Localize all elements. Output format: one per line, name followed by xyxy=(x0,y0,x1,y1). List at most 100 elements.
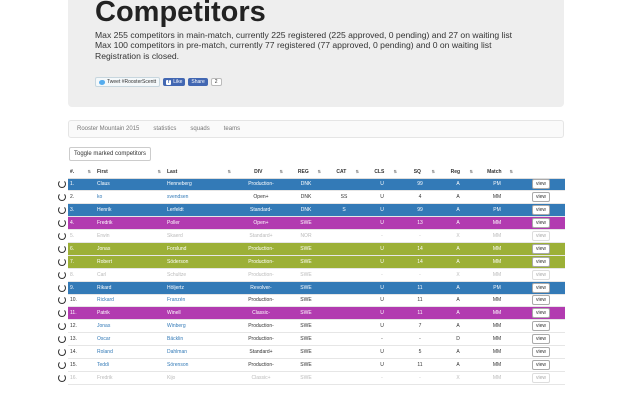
cell-match: MM xyxy=(477,358,517,372)
refresh-icon[interactable] xyxy=(57,193,66,202)
cell-last[interactable]: Henneberg xyxy=(165,178,235,192)
refresh-icon[interactable] xyxy=(57,360,66,369)
cell-div: Classic+ xyxy=(235,371,287,385)
cell-last[interactable]: svendsen xyxy=(165,190,235,205)
view-button[interactable]: view xyxy=(531,256,550,267)
cell-last[interactable]: Skaerd xyxy=(165,229,235,243)
refresh-icon[interactable] xyxy=(57,244,66,253)
cell-last[interactable]: Dahlman xyxy=(165,345,235,359)
cell-reg-status: A xyxy=(439,242,477,256)
view-cell: view xyxy=(517,203,565,218)
refresh-icon[interactable] xyxy=(57,257,66,266)
nav-item-teams[interactable]: teams xyxy=(224,126,240,132)
cell-last[interactable]: Höljertz xyxy=(165,281,235,295)
cell-last[interactable]: Forslund xyxy=(165,242,235,256)
cell-last[interactable]: Winberg xyxy=(165,319,235,334)
cell-last[interactable]: Franzén xyxy=(165,294,235,308)
nav-item-match[interactable]: Rooster Mountain 2015 xyxy=(77,126,139,132)
view-button[interactable]: view xyxy=(531,205,550,216)
view-button[interactable]: view xyxy=(531,347,550,358)
view-button[interactable]: view xyxy=(531,308,550,319)
cell-last[interactable]: Söderson xyxy=(165,255,235,269)
nav-item-statistics[interactable]: statistics xyxy=(153,126,176,132)
cell-last[interactable]: Kijo xyxy=(165,371,235,385)
cell-num: 14. xyxy=(68,345,95,359)
cell-last[interactable]: Sörenson xyxy=(165,358,235,372)
refresh-icon[interactable] xyxy=(57,322,66,331)
view-button[interactable]: view xyxy=(531,359,550,370)
nav-item-squads[interactable]: squads xyxy=(190,126,209,132)
refresh-icon[interactable] xyxy=(57,232,66,240)
cell-first[interactable]: Claus xyxy=(95,178,165,192)
cell-div: Open+ xyxy=(235,216,287,231)
cell-first[interactable]: Rickard xyxy=(95,294,165,308)
refresh-icon[interactable] xyxy=(57,270,66,279)
view-button[interactable]: view xyxy=(531,243,550,254)
refresh-icon[interactable] xyxy=(57,309,66,318)
col-header-first[interactable]: First ⇅ xyxy=(95,166,165,179)
refresh-icon[interactable] xyxy=(57,296,66,305)
cell-first[interactable]: Oscar xyxy=(95,332,165,347)
view-cell: view xyxy=(517,319,565,334)
col-header-cat[interactable]: CAT ⇅ xyxy=(325,166,363,179)
cell-last[interactable]: Poller xyxy=(165,216,235,231)
sort-icon: ⇅ xyxy=(355,168,359,174)
view-button[interactable]: view xyxy=(531,192,550,203)
cell-first[interactable]: ko xyxy=(95,190,165,205)
cell-last[interactable]: Bäcklin xyxy=(165,332,235,347)
col-header-cls[interactable]: CLS ⇅ xyxy=(363,166,401,179)
col-header-reg[interactable]: REG ⇅ xyxy=(287,166,325,179)
col-header-sq[interactable]: SQ ⇅ xyxy=(401,166,439,179)
view-button[interactable]: view xyxy=(531,295,550,306)
cell-first[interactable]: Erwin xyxy=(95,229,165,243)
cell-first[interactable]: Robert xyxy=(95,255,165,269)
cell-div: Revolver- xyxy=(235,281,287,295)
cell-first[interactable]: Rikard xyxy=(95,281,165,295)
col-header-reg-status[interactable]: Reg ⇅ xyxy=(439,166,477,179)
cell-cat xyxy=(325,294,363,308)
cell-reg: SWE xyxy=(287,268,325,282)
cell-first[interactable]: Roland xyxy=(95,345,165,359)
col-header-div[interactable]: DIV ⇅ xyxy=(235,166,287,179)
view-button[interactable]: view xyxy=(531,372,550,383)
view-button[interactable]: view xyxy=(531,231,550,241)
refresh-icon[interactable] xyxy=(57,180,66,189)
cell-first[interactable]: Henrik xyxy=(95,203,165,218)
tweet-button[interactable]: Tweet #RoosterScentt xyxy=(95,77,161,87)
view-button[interactable]: view xyxy=(531,282,550,293)
cell-last[interactable]: Winell xyxy=(165,306,235,321)
view-button[interactable]: view xyxy=(531,218,550,229)
facebook-like-button[interactable]: f Like xyxy=(163,78,186,86)
view-button[interactable]: view xyxy=(531,321,550,332)
cell-last[interactable]: Lerfeldt xyxy=(165,203,235,218)
cell-match: MM xyxy=(477,255,517,269)
view-button[interactable]: view xyxy=(531,269,550,280)
cell-last[interactable]: Schultze xyxy=(165,268,235,282)
cell-match: PM xyxy=(477,203,517,218)
cell-first[interactable]: Patrik xyxy=(95,306,165,321)
col-header-last[interactable]: Last ⇅ xyxy=(165,166,235,179)
cell-first[interactable]: Jonas xyxy=(95,319,165,334)
toggle-marked-button[interactable]: Toggle marked competitors xyxy=(69,147,152,161)
refresh-icon[interactable] xyxy=(57,348,66,357)
cell-first[interactable]: Jonas xyxy=(95,242,165,256)
cell-cls: U xyxy=(363,319,401,334)
view-button[interactable]: view xyxy=(531,179,550,190)
refresh-icon[interactable] xyxy=(57,283,66,292)
refresh-icon[interactable] xyxy=(57,335,66,344)
refresh-icon[interactable] xyxy=(57,206,66,215)
refresh-icon[interactable] xyxy=(57,219,66,228)
col-header-match[interactable]: Match ⇅ xyxy=(477,166,517,179)
table-row: 12. Jonas Winberg Production- SWE U 7 A MM view xyxy=(55,319,565,334)
refresh-icon[interactable] xyxy=(57,373,66,382)
cell-sq: - xyxy=(401,332,439,347)
cell-first[interactable]: Fredrik xyxy=(95,216,165,231)
cell-reg-status: A xyxy=(439,178,477,192)
cell-first[interactable]: Carl xyxy=(95,268,165,282)
cell-first[interactable]: Teddi xyxy=(95,358,165,372)
view-button[interactable]: view xyxy=(531,334,550,345)
cell-first[interactable]: Fredrik xyxy=(95,371,165,385)
cell-reg-status: A xyxy=(439,306,477,321)
col-header-num[interactable]: #. ⇅ xyxy=(68,166,95,179)
facebook-share-button[interactable]: Share xyxy=(188,78,208,86)
